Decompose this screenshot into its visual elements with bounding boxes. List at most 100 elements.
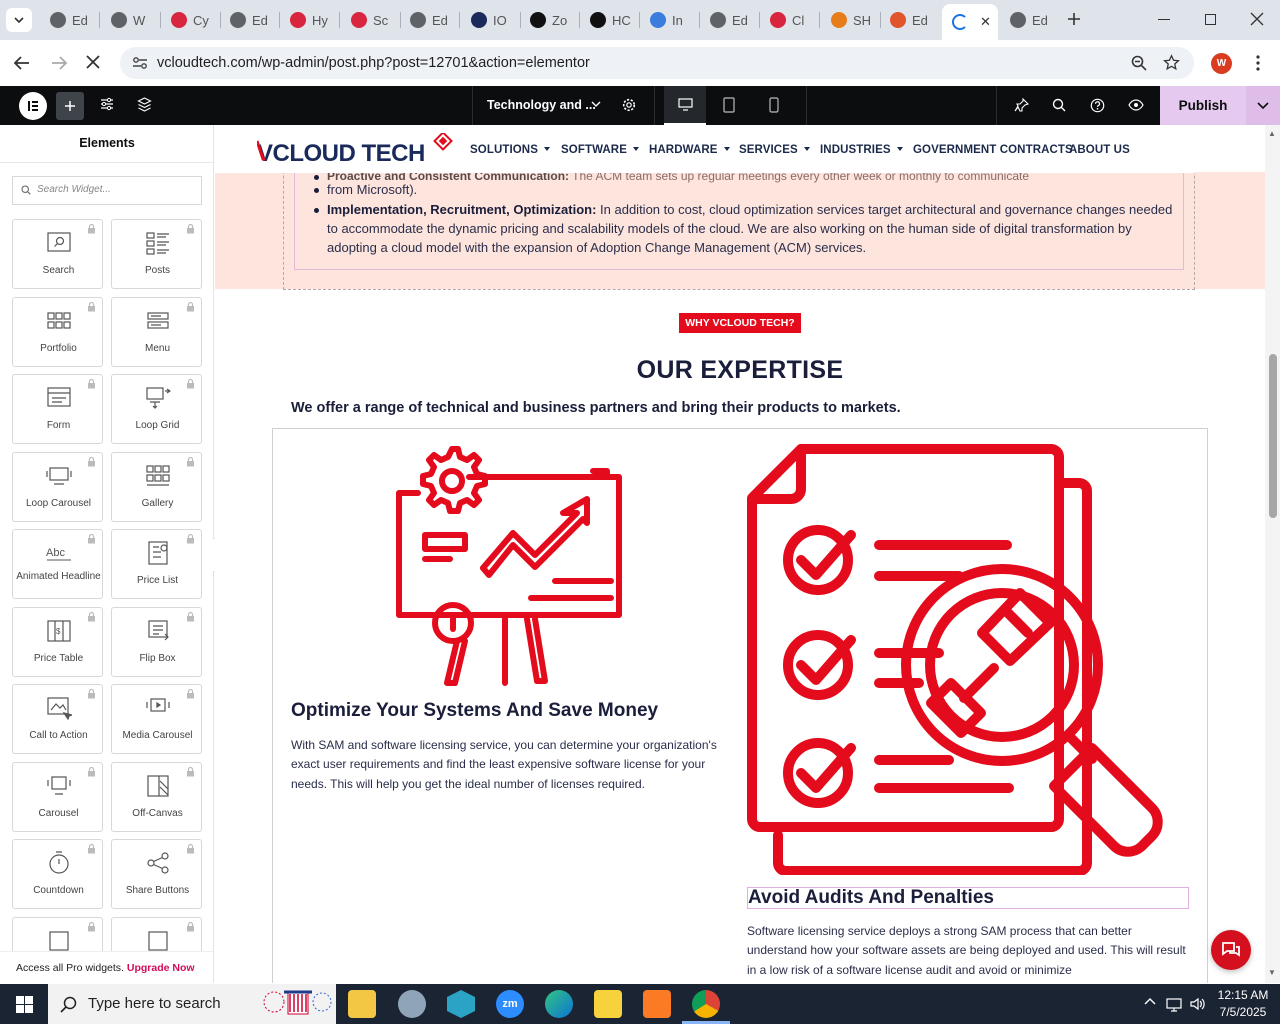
widget-card-call-to-action[interactable]: Call to Action: [12, 684, 103, 754]
app-hexagon-icon[interactable]: [447, 990, 475, 1018]
publish-options-button[interactable]: [1246, 86, 1280, 125]
browser-tab[interactable]: Hy: [280, 6, 336, 34]
widget-search-input[interactable]: Search Widget...: [12, 176, 202, 205]
widget-card-price-table[interactable]: $ Price Table: [12, 607, 103, 677]
widget-card-menu[interactable]: Menu: [111, 297, 202, 367]
site-settings-icon[interactable]: [100, 97, 114, 111]
close-tab-icon[interactable]: ✕: [980, 14, 991, 30]
site-nav-government-contracts[interactable]: GOVERNMENT CONTRACTS: [913, 144, 1073, 156]
xampp-icon[interactable]: [643, 990, 671, 1018]
forward-button[interactable]: [50, 55, 68, 71]
gallery-icon: [145, 463, 171, 489]
elementor-logo-icon[interactable]: [19, 92, 47, 120]
mobile-view-icon[interactable]: [769, 97, 779, 113]
browser-menu-icon[interactable]: [1256, 55, 1260, 71]
chrome-browser-icon[interactable]: [692, 990, 720, 1018]
sticky-notes-icon[interactable]: [594, 990, 622, 1018]
minimize-button[interactable]: [1158, 19, 1170, 20]
widget-card-gallery[interactable]: Gallery: [111, 452, 202, 522]
restore-button[interactable]: [1205, 14, 1216, 25]
taskbar-search-box[interactable]: Type here to search: [48, 984, 336, 1024]
browser-tab[interactable]: Cy: [161, 6, 217, 34]
network-icon[interactable]: [1166, 996, 1182, 1012]
browser-tab[interactable]: SH: [821, 6, 877, 34]
profile-avatar[interactable]: W: [1211, 53, 1232, 74]
zoom-icon[interactable]: [1131, 55, 1147, 71]
widget-card-loop-carousel[interactable]: Loop Carousel: [12, 452, 103, 522]
page-settings-gear-icon[interactable]: [622, 98, 636, 112]
browser-tab[interactable]: W: [101, 6, 157, 34]
widget-card-carousel[interactable]: Carousel: [12, 762, 103, 832]
vertical-scrollbar[interactable]: ▲ ▼: [1265, 125, 1280, 983]
upgrade-now-link[interactable]: Upgrade Now: [127, 962, 195, 974]
bookmark-star-icon[interactable]: [1163, 54, 1180, 71]
widget-card-off-canvas[interactable]: Off-Canvas: [111, 762, 202, 832]
card-title[interactable]: Avoid Audits And Penalties: [747, 887, 994, 909]
browser-tab[interactable]: Cl: [760, 6, 816, 34]
widget-card-price-list[interactable]: Price List: [111, 529, 202, 599]
browser-tab[interactable]: Sc: [341, 6, 397, 34]
widget-card-search[interactable]: Search: [12, 219, 103, 289]
widget-card-posts[interactable]: Posts: [111, 219, 202, 289]
back-button[interactable]: [13, 55, 31, 71]
browser-tab[interactable]: Ed: [220, 6, 276, 34]
new-tab-button[interactable]: [1066, 11, 1082, 27]
desktop-view-button[interactable]: [664, 86, 706, 125]
widget-card-form[interactable]: Form: [12, 374, 103, 444]
tab-search-button[interactable]: [6, 8, 32, 32]
chevron-down-icon[interactable]: [591, 101, 601, 108]
scroll-up-arrow[interactable]: ▲: [1268, 129, 1276, 138]
site-nav-solutions[interactable]: SOLUTIONS: [470, 144, 550, 156]
snipping-tool-icon[interactable]: [398, 990, 426, 1018]
system-clock[interactable]: 12:15 AM 7/5/2025: [1210, 987, 1276, 1021]
url-text[interactable]: vcloudtech.com/wp-admin/post.php?post=12…: [157, 55, 590, 71]
notes-pin-icon[interactable]: [1014, 98, 1029, 113]
hidden-icons-chevron[interactable]: [1144, 997, 1156, 1005]
widget-card-media-carousel[interactable]: Media Carousel: [111, 684, 202, 754]
help-icon[interactable]: [1090, 98, 1105, 113]
site-nav-hardware[interactable]: HARDWARE: [649, 144, 730, 156]
structure-layers-icon[interactable]: [137, 97, 152, 112]
omnibox[interactable]: vcloudtech.com/wp-admin/post.php?post=12…: [120, 47, 1194, 79]
search-icon[interactable]: [1052, 98, 1066, 112]
site-nav-industries[interactable]: INDUSTRIES: [820, 144, 903, 156]
widget-card-portfolio[interactable]: Portfolio: [12, 297, 103, 367]
scrollbar-thumb[interactable]: [1269, 354, 1277, 518]
presentation-growth-icon[interactable]: [395, 443, 631, 687]
stop-loading-button[interactable]: [85, 54, 101, 70]
site-nav-software[interactable]: SOFTWARE: [561, 144, 639, 156]
widget-card-share-buttons[interactable]: Share Buttons: [111, 839, 202, 909]
browser-tab-active[interactable]: ✕: [942, 4, 998, 40]
browser-tab[interactable]: Ed: [700, 6, 756, 34]
audit-checklist-gavel-icon[interactable]: [746, 443, 1192, 875]
site-info-icon[interactable]: [132, 56, 148, 70]
scroll-down-arrow[interactable]: ▼: [1268, 968, 1276, 977]
widget-card-flip-box[interactable]: Flip Box: [111, 607, 202, 677]
browser-tab[interactable]: HC: [580, 6, 636, 34]
site-nav-about-us[interactable]: ABOUT US: [1069, 144, 1130, 156]
zoom-app-icon[interactable]: zm: [496, 990, 524, 1018]
site-nav-services[interactable]: SERVICES: [739, 144, 810, 156]
tablet-view-icon[interactable]: [723, 97, 735, 113]
browser-tab[interactable]: Ed: [1000, 6, 1056, 34]
volume-icon[interactable]: [1189, 996, 1205, 1012]
browser-tab[interactable]: Ed: [400, 6, 456, 34]
close-window-button[interactable]: [1250, 12, 1264, 26]
browser-tab[interactable]: IO: [461, 6, 517, 34]
edge-browser-icon[interactable]: [545, 990, 573, 1018]
publish-button[interactable]: Publish: [1160, 86, 1246, 125]
preview-eye-icon[interactable]: [1128, 99, 1144, 111]
page-title-selector[interactable]: Technology and ...: [487, 98, 596, 112]
browser-tab[interactable]: Ed: [880, 6, 936, 34]
site-logo[interactable]: VCLOUD TECH: [257, 133, 457, 167]
widget-card-loop-grid[interactable]: Loop Grid: [111, 374, 202, 444]
file-explorer-icon[interactable]: [348, 990, 376, 1018]
start-button[interactable]: [0, 984, 48, 1024]
chat-widget-button[interactable]: [1211, 930, 1251, 970]
browser-tab[interactable]: In: [640, 6, 696, 34]
browser-tab[interactable]: Zo: [520, 6, 576, 34]
browser-tab[interactable]: Ed: [40, 6, 96, 34]
add-element-button[interactable]: [56, 92, 84, 120]
widget-card-countdown[interactable]: Countdown: [12, 839, 103, 909]
widget-card-animated-headline[interactable]: Abc Animated Headline: [12, 529, 103, 599]
